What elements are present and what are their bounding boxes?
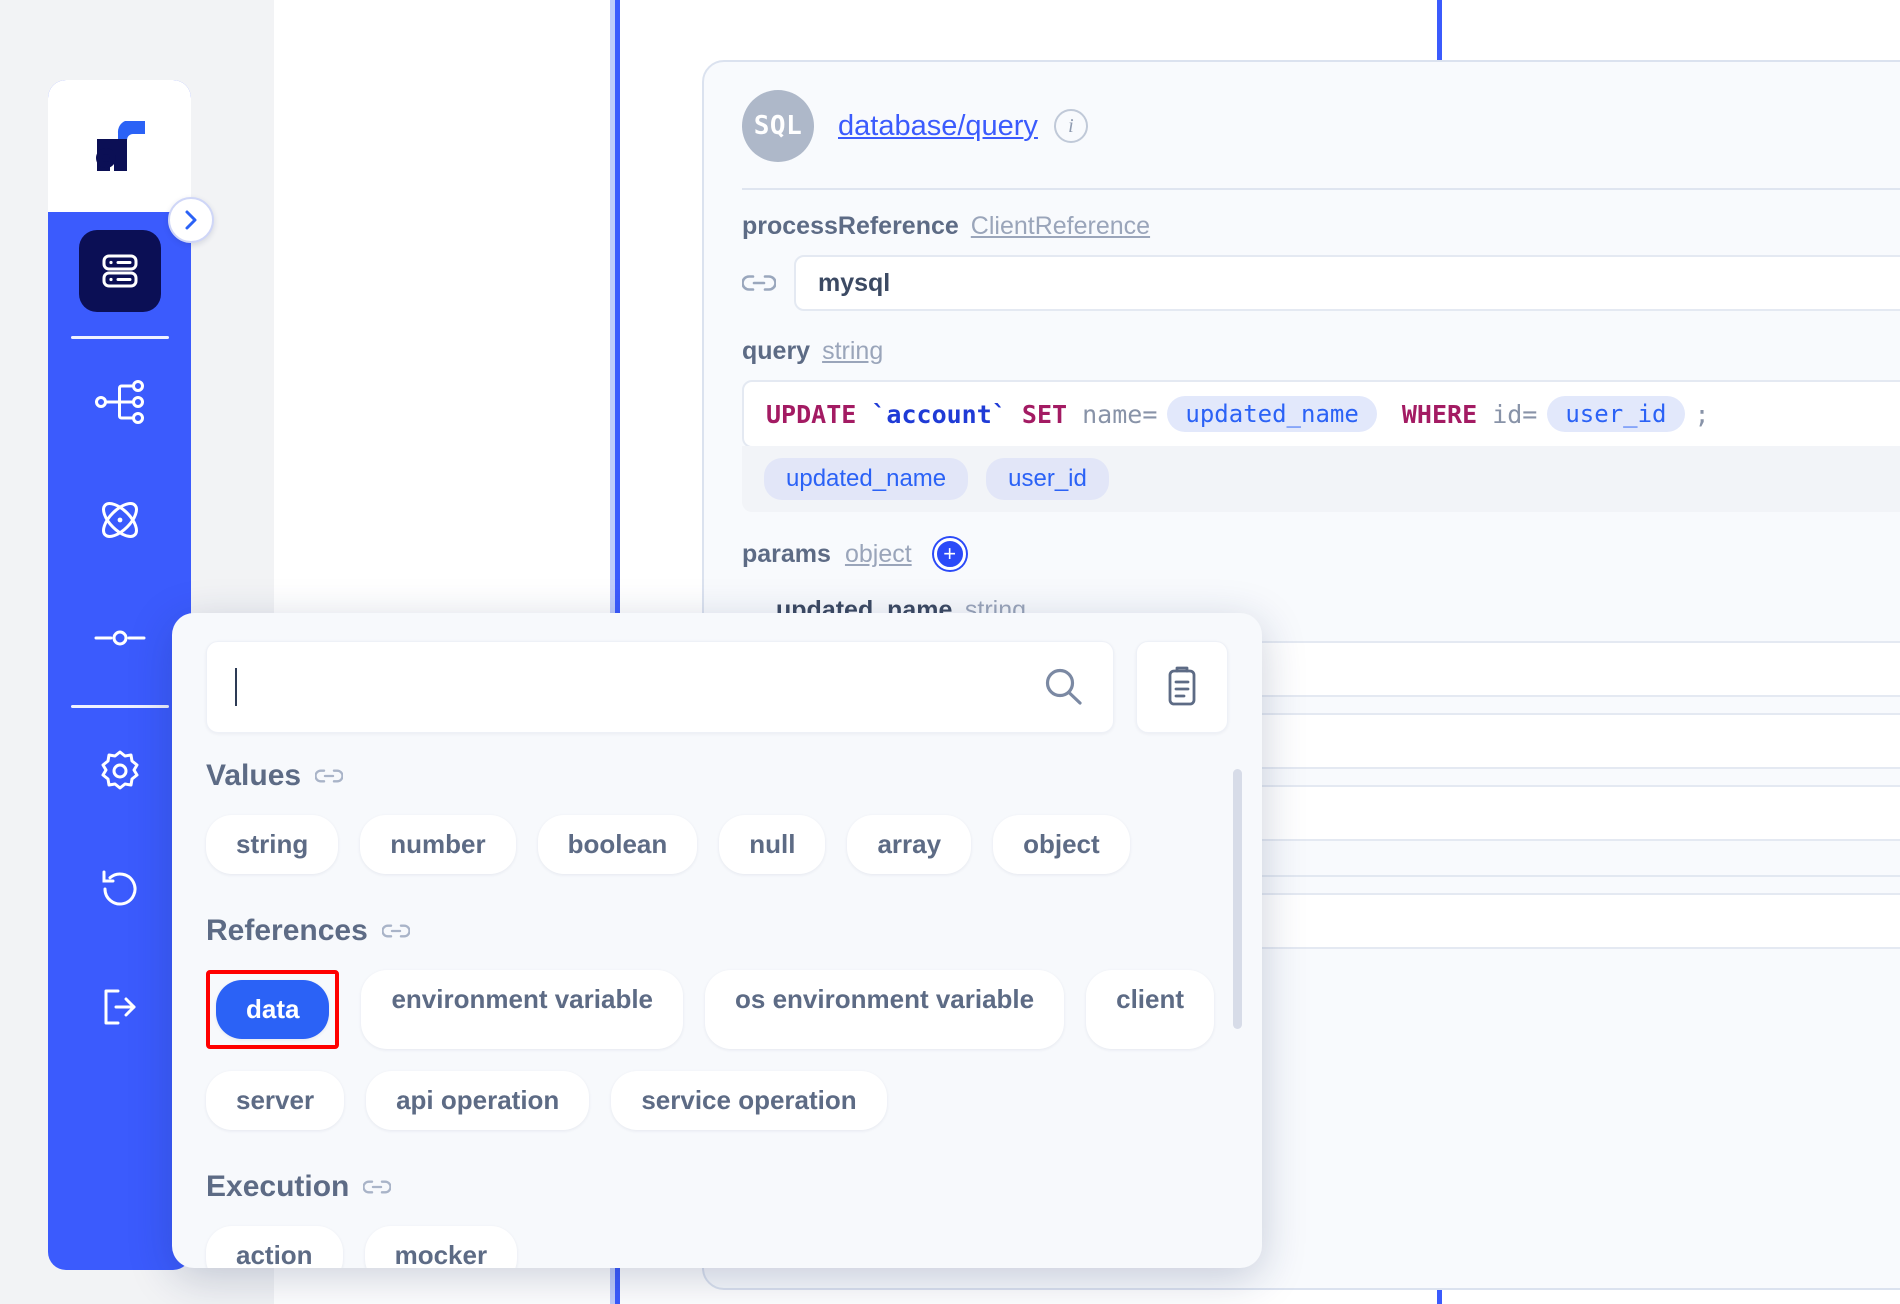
popover-option-client[interactable]: client [1086, 970, 1215, 1049]
popover-option-mocker[interactable]: mocker [364, 1226, 518, 1268]
popover-section-title: References [206, 914, 1228, 948]
query-token: `account` [871, 399, 1007, 429]
popover-option-boolean[interactable]: boolean [537, 815, 698, 874]
query-token: SET [1021, 399, 1068, 429]
query-token [1477, 400, 1492, 429]
params-type[interactable]: object [845, 540, 912, 569]
query-token [1067, 400, 1082, 429]
query-token: ; [1694, 399, 1710, 429]
add-param-button[interactable]: + [933, 538, 966, 570]
query-token: = [1522, 399, 1538, 429]
query-token: name [1082, 399, 1143, 429]
process-reference-label: processReference ClientReference [742, 212, 1900, 241]
popover-section-label: Execution [206, 1170, 350, 1203]
history-undo-icon [96, 865, 144, 918]
node-connector-icon [93, 625, 147, 656]
sql-badge-icon: SQL [742, 90, 814, 162]
link-icon [314, 759, 344, 793]
connector-line-top [1437, 0, 1442, 60]
flow-graph-icon [94, 378, 146, 431]
popover-scrollbar[interactable] [1233, 769, 1242, 1029]
popover-option-environment-variable[interactable]: environment variable [361, 970, 684, 1049]
sidebar-item-history[interactable] [48, 832, 191, 950]
query-variable-chip[interactable]: updated_name [764, 458, 969, 500]
popover-option-row: action mocker [206, 1226, 1228, 1268]
reference-picker-popover[interactable]: Values string number boolean null array object… [172, 613, 1262, 1268]
popover-option-null[interactable]: null [719, 815, 826, 874]
database-icon [78, 230, 161, 312]
query-token-variable[interactable]: user_id [1547, 396, 1685, 432]
popover-option-string[interactable]: string [206, 815, 339, 874]
query-token [1387, 400, 1402, 429]
info-icon[interactable]: i [1053, 109, 1088, 143]
text-caret [235, 668, 237, 706]
atom-icon [94, 494, 146, 551]
link-icon [381, 914, 411, 948]
popover-section-label: References [206, 914, 368, 947]
params-row: params object + [742, 538, 1900, 570]
query-token [856, 400, 871, 429]
popover-option-row: string number boolean null array object [206, 815, 1228, 874]
sidebar-item-logout[interactable] [48, 950, 191, 1068]
node-title-link[interactable]: database/query [838, 110, 1038, 143]
sidebar-item-node[interactable] [48, 581, 191, 699]
query-token: id [1492, 399, 1523, 429]
paste-from-clipboard-button[interactable] [1136, 641, 1228, 733]
popover-option-server[interactable]: server [206, 1071, 345, 1130]
app-logo[interactable] [48, 80, 191, 212]
link-icon [741, 272, 777, 294]
link-icon [362, 1170, 392, 1204]
query-token: = [1142, 399, 1158, 429]
popover-option-row: data environment variable os environment v… [206, 970, 1228, 1130]
sidebar-item-settings[interactable] [48, 714, 191, 832]
query-token [1007, 400, 1022, 429]
highlight-box: data [206, 970, 340, 1049]
query-token: WHERE [1401, 399, 1478, 429]
query-editor[interactable]: UPDATE `account` SET name = updated_name… [742, 380, 1900, 448]
popover-option-service-operation[interactable]: service operation [611, 1071, 887, 1130]
sidebar-divider-2 [70, 705, 169, 708]
node-card-header: SQL database/query i [704, 62, 1900, 162]
popover-option-os-environment-variable[interactable]: os environment variable [705, 970, 1065, 1049]
popover-options-scroll[interactable]: Values string number boolean null array object… [172, 733, 1262, 1268]
query-label-text: query [742, 337, 811, 365]
popover-option-data[interactable]: data [216, 980, 330, 1039]
process-reference-label-text: processReference [742, 212, 959, 240]
query-token-variable[interactable]: updated_name [1167, 396, 1377, 432]
popover-option-array[interactable]: array [847, 815, 972, 874]
search-input[interactable] [206, 641, 1114, 733]
popover-option-number[interactable]: number [360, 815, 516, 874]
popover-search-row [172, 613, 1262, 733]
popover-section-label: Values [206, 759, 302, 792]
sidebar-expand-button[interactable] [168, 197, 214, 243]
query-token: UPDATE [766, 399, 857, 429]
logout-icon [96, 983, 144, 1036]
process-reference-row: mysql [741, 255, 1900, 311]
sidebar-item-atom[interactable] [48, 463, 191, 581]
app-root: SQL database/query i processReference Cl… [0, 0, 1900, 1304]
query-variable-chips: updated_name user_id [742, 446, 1900, 512]
process-reference-type[interactable]: ClientReference [971, 212, 1150, 241]
popover-section-title: Values [206, 759, 1228, 793]
query-variable-chip[interactable]: user_id [986, 458, 1109, 500]
popover-option-action[interactable]: action [206, 1226, 343, 1268]
popover-section-title: Execution [206, 1170, 1228, 1204]
params-label: params [742, 539, 831, 568]
query-label: query string [742, 337, 1900, 366]
popover-option-object[interactable]: object [993, 815, 1130, 874]
query-type[interactable]: string [822, 337, 883, 366]
popover-option-api-operation[interactable]: api operation [366, 1071, 590, 1130]
sidebar-divider-1 [70, 336, 169, 339]
sidebar [48, 80, 191, 1270]
process-reference-input[interactable]: mysql [794, 255, 1900, 311]
search-icon [1041, 665, 1085, 709]
gear-icon [96, 747, 144, 800]
sidebar-item-flow[interactable] [48, 345, 191, 463]
